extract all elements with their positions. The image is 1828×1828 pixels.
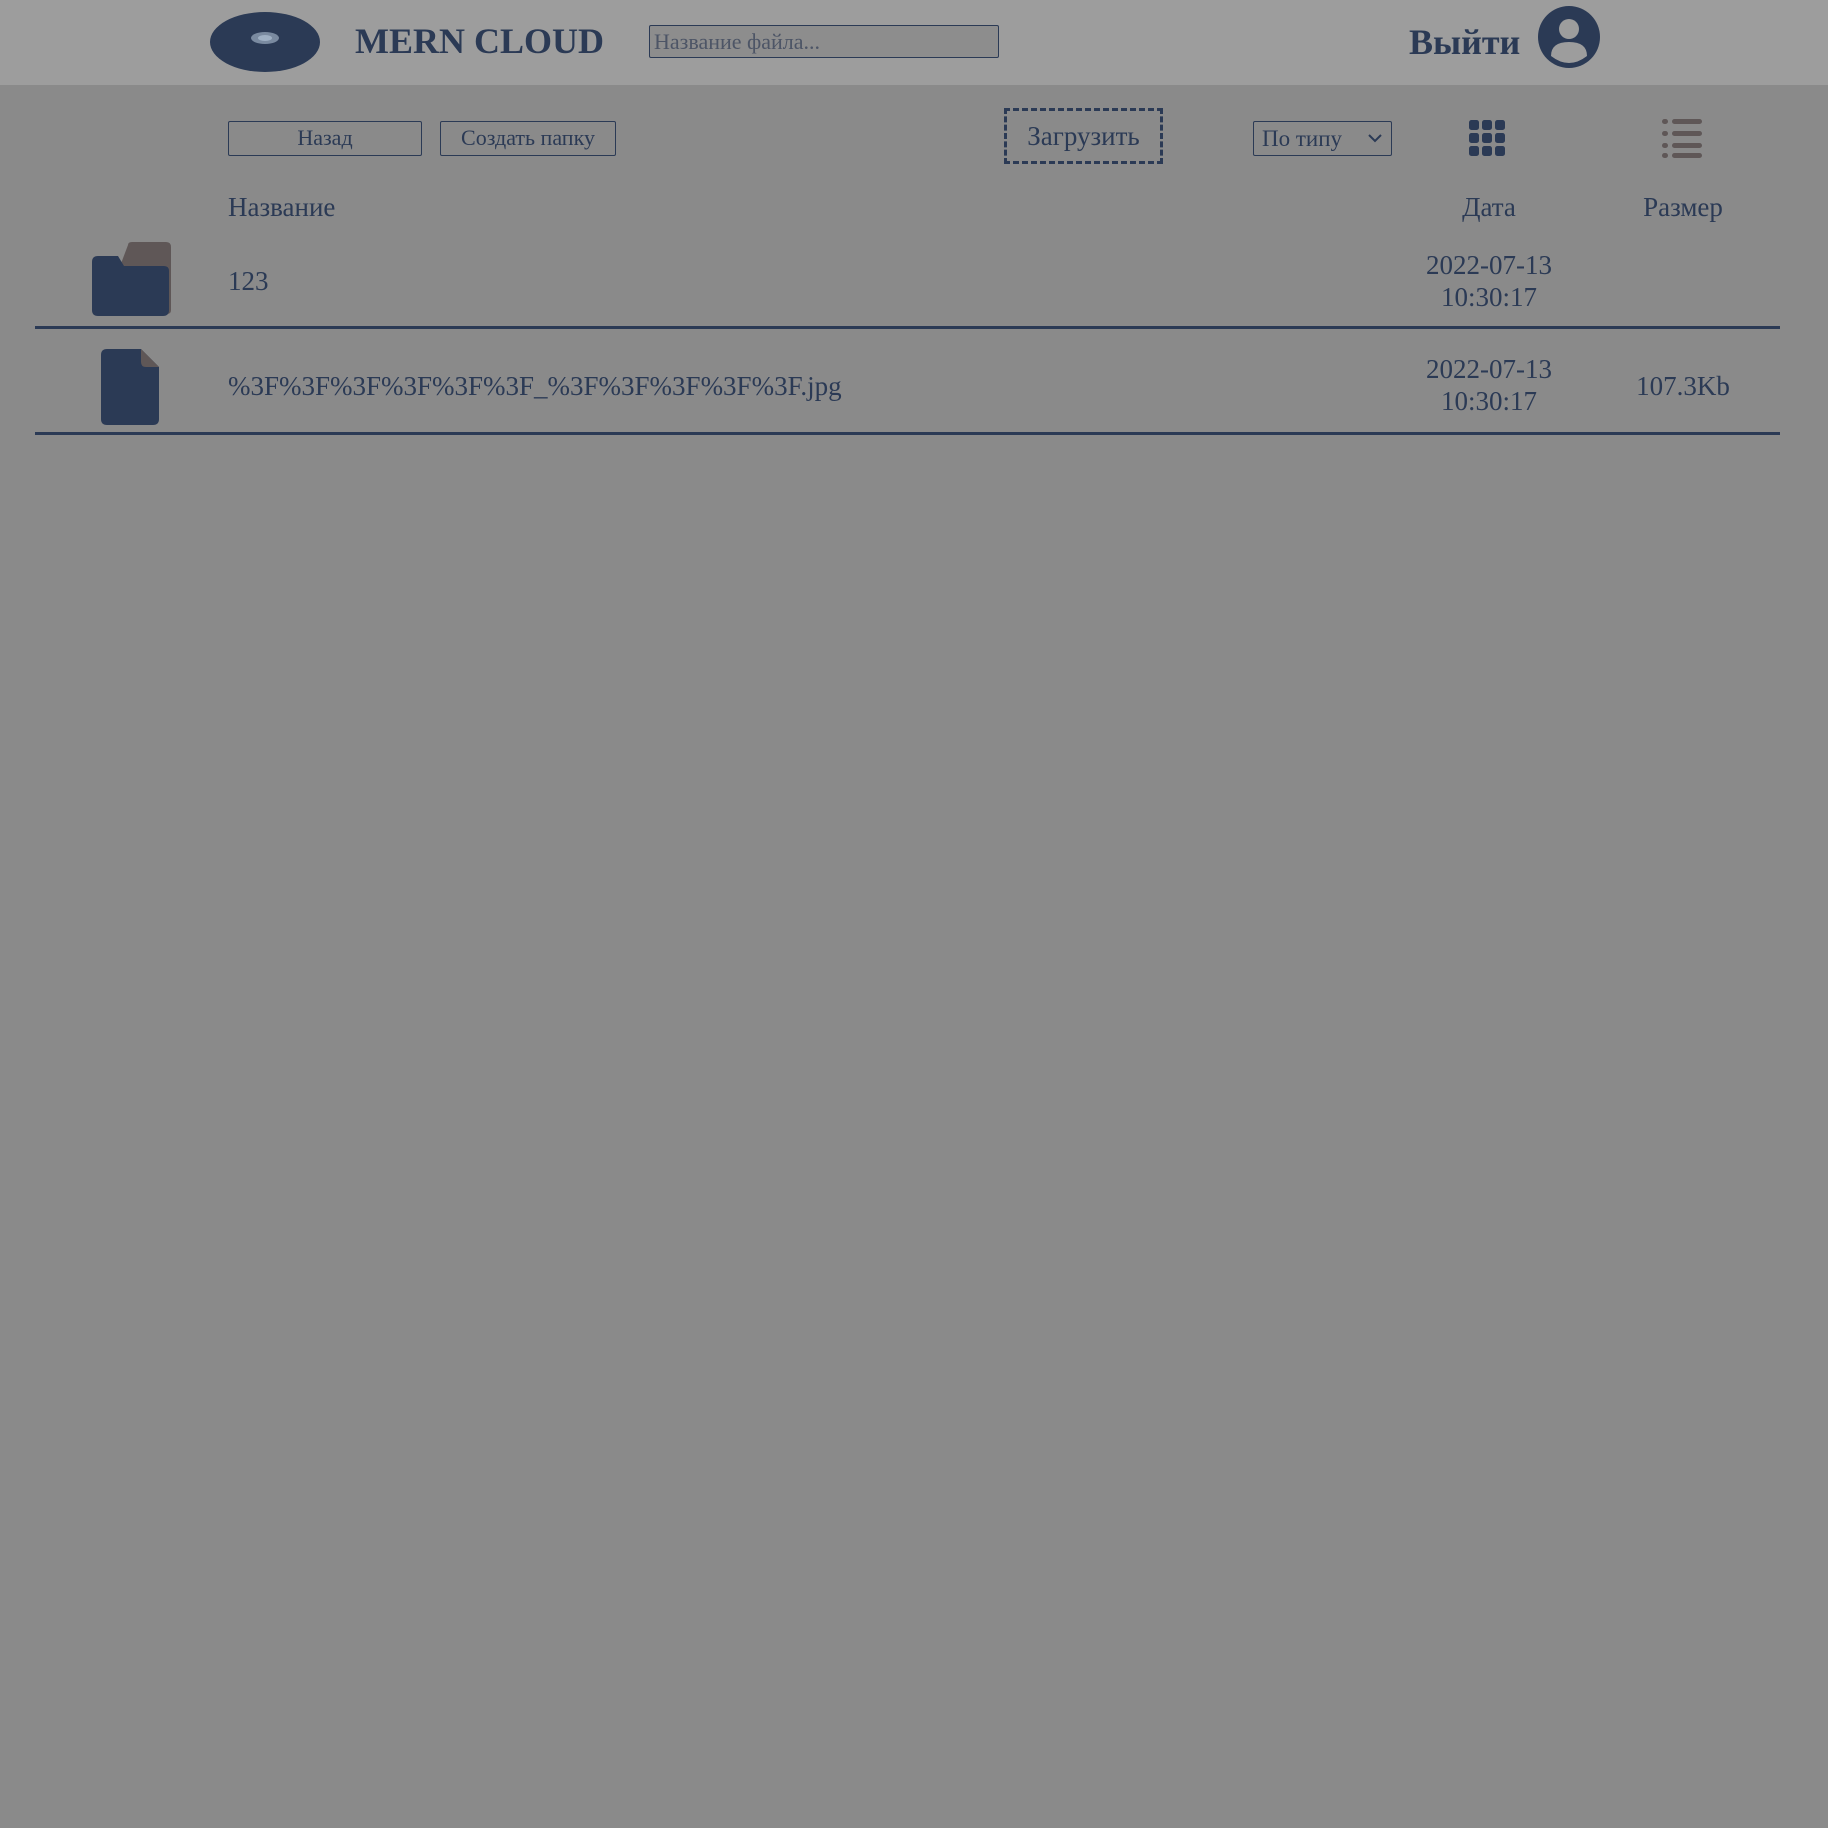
column-header-date: Дата [1462, 192, 1516, 222]
file-date-day: 2022-07-13 [1426, 354, 1552, 384]
upload-button[interactable]: Загрузить [1004, 108, 1163, 164]
file-date-day: 2022-07-13 [1426, 250, 1552, 280]
file-date: 2022-07-13 10:30:17 [1400, 249, 1578, 313]
column-header-name: Название [228, 192, 336, 222]
sort-select[interactable]: По типу [1253, 121, 1392, 156]
file-row-folder[interactable]: 123 2022-07-13 10:30:17 [35, 236, 1780, 329]
folder-icon [92, 242, 171, 316]
file-icon [101, 349, 159, 425]
file-date-time: 10:30:17 [1440, 386, 1537, 416]
navbar: MERN CLOUD Выйти [0, 0, 1828, 85]
list-view-icon[interactable] [1662, 118, 1702, 158]
chevron-down-icon [1368, 134, 1382, 143]
logout-link[interactable]: Выйти [1409, 19, 1520, 65]
search-input[interactable] [649, 25, 999, 58]
create-folder-button[interactable]: Создать папку [440, 121, 616, 156]
file-date-time: 10:30:17 [1440, 282, 1537, 312]
file-name: 123 [228, 266, 269, 296]
file-row-file[interactable]: %3F%3F%3F%3F%3F%3F_%3F%3F%3F%3F%3F.jpg 2… [35, 340, 1780, 435]
disk-icon[interactable] [210, 12, 320, 72]
sort-select-value: По типу [1262, 126, 1343, 151]
file-size: 107.3Kb [1636, 371, 1730, 401]
file-date: 2022-07-13 10:30:17 [1400, 353, 1578, 417]
column-header-size: Размер [1643, 192, 1723, 222]
grid-view-icon[interactable] [1469, 120, 1507, 158]
user-avatar-icon[interactable] [1538, 6, 1600, 68]
back-button[interactable]: Назад [228, 121, 422, 156]
file-name: %3F%3F%3F%3F%3F%3F_%3F%3F%3F%3F%3F.jpg [228, 371, 842, 401]
app-title: MERN CLOUD [355, 21, 604, 61]
